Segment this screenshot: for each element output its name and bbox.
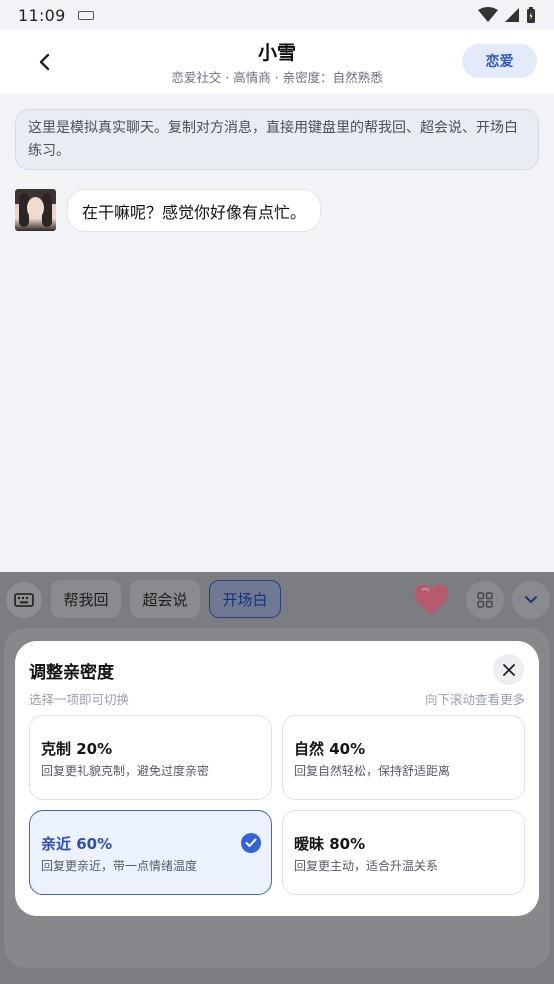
option-natural[interactable]: 自然 40% 回复自然轻松，保持舒适距离 — [282, 715, 525, 800]
chip-opener[interactable]: 开场白 — [209, 580, 281, 618]
sheet-title: 调整亲密度 — [29, 663, 114, 683]
wifi-icon — [478, 7, 498, 22]
option-close[interactable]: 亲近 60% 回复更亲近，带一点情绪温度 — [29, 810, 272, 895]
status-icons — [478, 6, 536, 24]
check-icon — [241, 833, 261, 853]
option-flirty[interactable]: 暧昧 80% 回复更主动，适合升温关系 — [282, 810, 525, 895]
option-restrained[interactable]: 克制 20% 回复更礼貌克制，避免过度亲密 — [29, 715, 272, 800]
message-row: 在干嘛呢？感觉你好像有点忙。 — [15, 189, 322, 232]
grid-menu-button[interactable] — [466, 581, 504, 619]
chevron-down-icon — [525, 596, 537, 603]
sheet-hint: 选择一项即可切换 — [29, 692, 130, 707]
keyboard-toggle-button[interactable] — [6, 582, 42, 618]
option-desc: 回复更主动，适合升温关系 — [294, 859, 439, 873]
grid-icon — [477, 592, 493, 608]
collapse-keyboard-button[interactable] — [512, 581, 550, 619]
keyboard-icon — [14, 593, 34, 607]
option-title: 暧昧 80% — [294, 835, 366, 853]
chat-header: 小雪 恋爱社交 · 高情商 · 亲密度：自然熟悉 恋爱 — [0, 30, 554, 93]
practice-notice: 这里是模拟真实聊天。复制对方消息，直接用键盘里的帮我回、超会说、开场白练习。 — [15, 109, 539, 170]
scroll-hint: 向下滚动查看更多 — [424, 692, 525, 707]
keyboard-notification-icon — [77, 10, 94, 20]
avatar[interactable] — [15, 189, 56, 231]
option-desc: 回复自然轻松，保持舒适距离 — [294, 764, 451, 778]
status-bar: 11:09 — [0, 0, 554, 30]
status-time: 11:09 — [18, 5, 66, 25]
battery-icon — [527, 6, 535, 23]
intimacy-sheet: 调整亲密度 选择一项即可切换 向下滚动查看更多 克制 20% 回复更礼貌克制，避… — [15, 641, 539, 916]
message-bubble[interactable]: 在干嘛呢？感觉你好像有点忙。 — [67, 189, 322, 232]
option-desc: 回复更亲近，带一点情绪温度 — [41, 859, 198, 873]
close-icon — [502, 663, 515, 676]
signal-icon — [505, 8, 519, 22]
option-title: 克制 20% — [41, 740, 113, 758]
chip-help-reply[interactable]: 帮我回 — [51, 580, 121, 618]
option-title: 亲近 60% — [41, 835, 113, 853]
mode-button[interactable]: 恋爱 — [462, 44, 537, 78]
close-button[interactable] — [493, 654, 524, 685]
option-desc: 回复更礼貌克制，避免过度亲密 — [41, 764, 210, 778]
heart-icon[interactable] — [412, 581, 450, 617]
chip-smooth-talk[interactable]: 超会说 — [130, 580, 200, 618]
option-title: 自然 40% — [294, 740, 366, 758]
